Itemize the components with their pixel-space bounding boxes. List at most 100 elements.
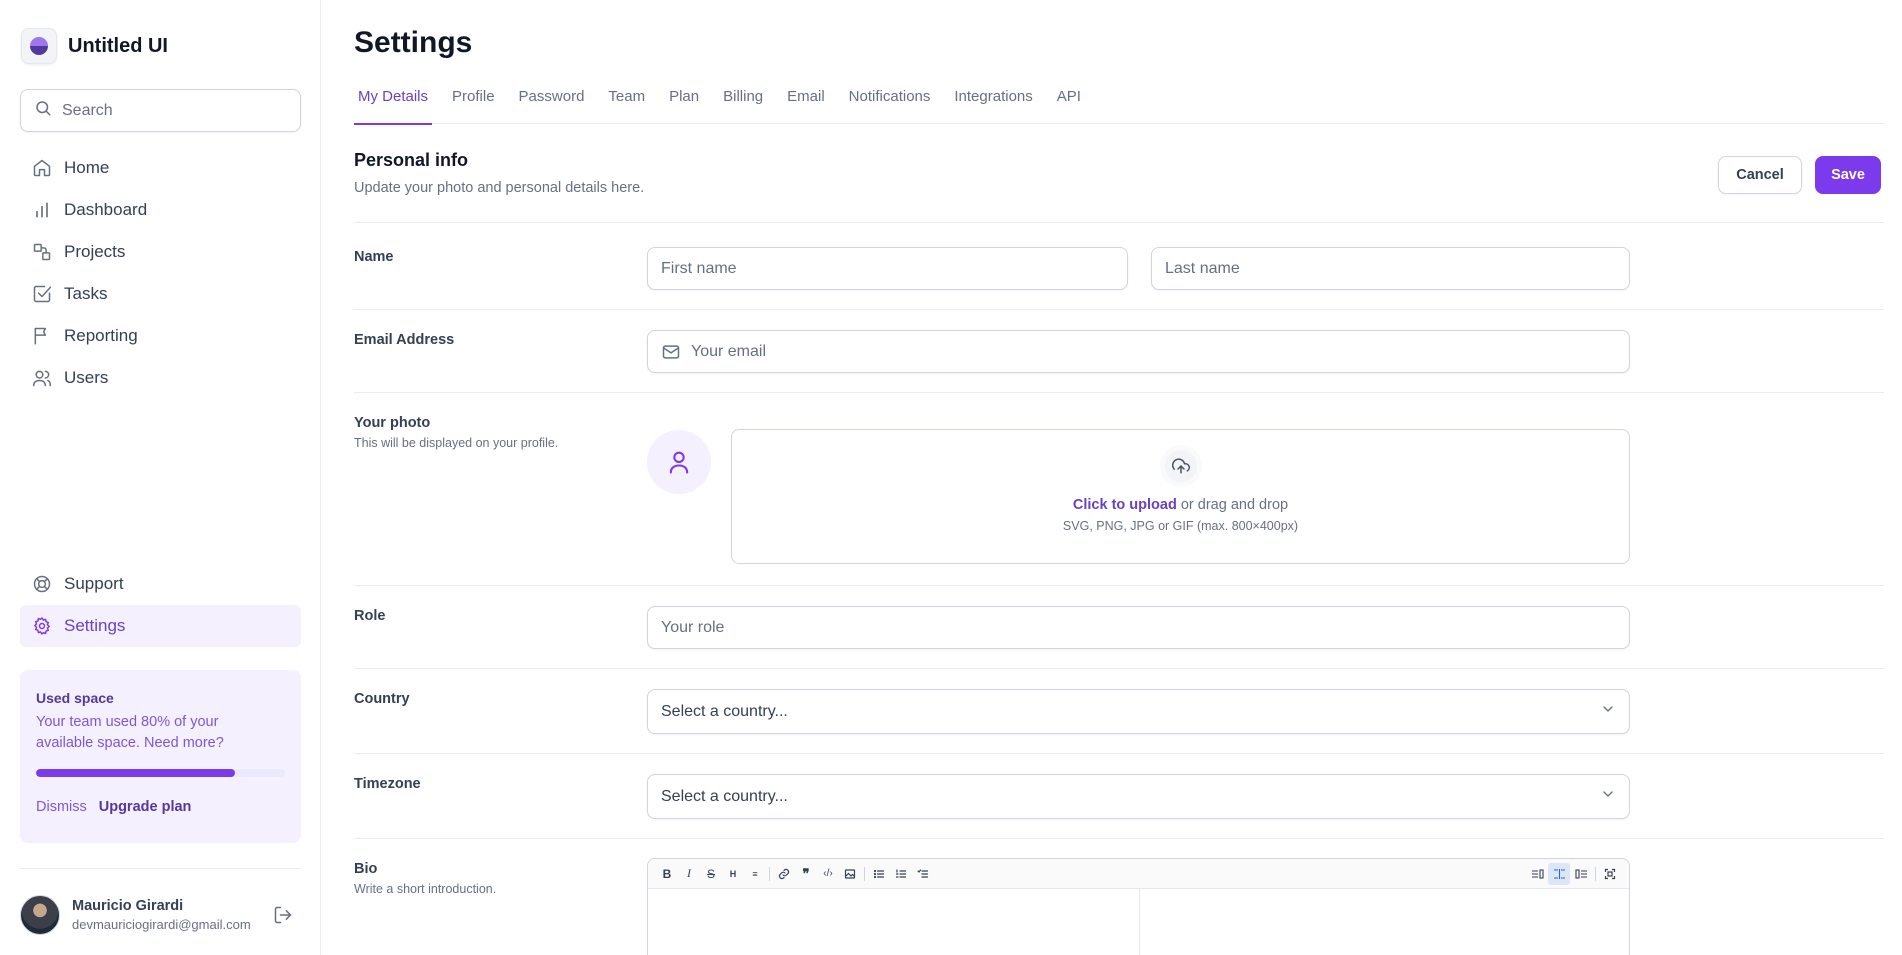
tab-profile[interactable]: Profile bbox=[448, 82, 499, 124]
name-label: Name bbox=[354, 249, 394, 265]
brand-logo-icon bbox=[21, 28, 57, 64]
bold-icon[interactable]: B bbox=[656, 863, 678, 885]
role-input[interactable] bbox=[661, 618, 1629, 637]
editor-toolbar: B I S H ≡ ❞ ‹/› bbox=[648, 859, 1629, 889]
cancel-button[interactable]: Cancel bbox=[1718, 156, 1802, 194]
tab-api[interactable]: API bbox=[1053, 82, 1085, 124]
tab-plan[interactable]: Plan bbox=[665, 82, 703, 124]
secondary-nav: Support Settings bbox=[20, 563, 301, 647]
users-icon bbox=[32, 368, 52, 388]
nav-item-support[interactable]: Support bbox=[20, 563, 301, 605]
first-name-input[interactable] bbox=[661, 259, 1127, 278]
bio-label: Bio bbox=[354, 861, 378, 877]
link-icon[interactable] bbox=[773, 863, 795, 885]
nav-item-users[interactable]: Users bbox=[20, 357, 301, 399]
tab-password[interactable]: Password bbox=[515, 82, 589, 124]
used-space-progress bbox=[36, 769, 285, 777]
section-title: Personal info bbox=[354, 150, 469, 170]
heading-size-icon[interactable]: ≡ bbox=[744, 863, 766, 885]
email-field[interactable] bbox=[647, 330, 1630, 373]
tab-billing[interactable]: Billing bbox=[719, 82, 767, 124]
fullscreen-icon[interactable] bbox=[1599, 863, 1621, 885]
photo-hint: This will be displayed on your profile. bbox=[354, 436, 559, 450]
upgrade-plan-button[interactable]: Upgrade plan bbox=[99, 799, 192, 815]
italic-icon[interactable]: I bbox=[678, 863, 700, 885]
divider bbox=[354, 668, 1884, 669]
upload-hint: SVG, PNG, JPG or GIF (max. 800×400px) bbox=[1062, 519, 1299, 533]
timezone-select[interactable]: Select a country... bbox=[647, 774, 1630, 819]
save-button[interactable]: Save bbox=[1815, 156, 1881, 194]
check-square-icon bbox=[32, 284, 52, 304]
search-icon bbox=[34, 99, 52, 122]
last-name-input[interactable] bbox=[1165, 259, 1629, 278]
logout-icon[interactable] bbox=[271, 903, 295, 927]
dismiss-button[interactable]: Dismiss bbox=[36, 799, 87, 815]
bio-editor[interactable]: B I S H ≡ ❞ ‹/› bbox=[647, 858, 1630, 955]
edit-mode-icon[interactable] bbox=[1526, 863, 1548, 885]
nav-item-dashboard[interactable]: Dashboard bbox=[20, 189, 301, 231]
nav-item-settings[interactable]: Settings bbox=[20, 605, 301, 647]
strikethrough-icon[interactable]: S bbox=[700, 863, 722, 885]
section-header: Personal info Update your photo and pers… bbox=[354, 150, 644, 196]
brand[interactable]: Untitled UI bbox=[21, 28, 168, 64]
life-buoy-icon bbox=[32, 574, 52, 594]
divider bbox=[354, 222, 1884, 223]
user-profile: Mauricio Girardi devmauriciogirardi@gmai… bbox=[20, 893, 301, 937]
click-to-upload-link[interactable]: Click to upload bbox=[1073, 497, 1177, 513]
role-field[interactable] bbox=[647, 606, 1630, 649]
nav-item-projects[interactable]: Projects bbox=[20, 231, 301, 273]
numbered-list-icon[interactable] bbox=[890, 863, 912, 885]
country-select[interactable]: Select a country... bbox=[647, 689, 1630, 734]
checklist-icon[interactable] bbox=[912, 863, 934, 885]
bar-chart-icon bbox=[32, 200, 52, 220]
chevron-down-icon bbox=[1600, 786, 1616, 807]
code-icon[interactable]: ‹/› bbox=[817, 863, 839, 885]
nav-label: Projects bbox=[64, 242, 126, 261]
nav-label: Reporting bbox=[64, 326, 138, 345]
tab-team[interactable]: Team bbox=[604, 82, 649, 124]
search-box[interactable] bbox=[20, 89, 301, 132]
last-name-field[interactable] bbox=[1151, 247, 1630, 290]
nav-label: Users bbox=[64, 368, 109, 387]
divider bbox=[354, 838, 1884, 839]
photo-avatar-placeholder bbox=[647, 430, 711, 494]
page-title: Settings bbox=[354, 26, 473, 59]
main-nav: Home Dashboard Projects Tasks Reporting … bbox=[20, 147, 301, 399]
image-icon[interactable] bbox=[839, 863, 861, 885]
home-icon bbox=[32, 158, 52, 178]
chevron-down-icon bbox=[1600, 701, 1616, 722]
nav-label: Dashboard bbox=[64, 200, 148, 219]
role-label: Role bbox=[354, 608, 386, 624]
bullet-list-icon[interactable] bbox=[868, 863, 890, 885]
first-name-field[interactable] bbox=[647, 247, 1128, 290]
tab-my-details[interactable]: My Details bbox=[354, 82, 433, 125]
heading-icon[interactable]: H bbox=[722, 863, 744, 885]
email-input[interactable] bbox=[691, 342, 1629, 361]
upload-text: or drag and drop bbox=[1176, 497, 1289, 513]
tab-integrations[interactable]: Integrations bbox=[950, 82, 1036, 124]
photo-upload-dropzone[interactable]: Click to upload or drag and drop SVG, PN… bbox=[731, 429, 1630, 564]
nav-item-tasks[interactable]: Tasks bbox=[20, 273, 301, 315]
country-label: Country bbox=[354, 691, 410, 707]
quote-icon[interactable]: ❞ bbox=[795, 863, 817, 885]
split-view-icon[interactable] bbox=[1548, 863, 1570, 885]
used-space-title: Used space bbox=[36, 690, 114, 706]
gear-icon bbox=[32, 616, 52, 636]
user-email: devmauriciogirardi@gmail.com bbox=[72, 917, 251, 932]
mail-icon bbox=[661, 342, 681, 362]
photo-label: Your photo bbox=[354, 415, 431, 431]
email-label: Email Address bbox=[354, 332, 455, 348]
nav-label: Tasks bbox=[64, 284, 108, 303]
search-input[interactable] bbox=[62, 101, 282, 120]
avatar[interactable] bbox=[20, 895, 60, 935]
sidebar-divider bbox=[20, 868, 301, 869]
tab-email[interactable]: Email bbox=[783, 82, 829, 124]
tab-notifications[interactable]: Notifications bbox=[845, 82, 935, 124]
settings-tabs: My Details Profile Password Team Plan Bi… bbox=[354, 82, 1884, 125]
used-space-progress-fill bbox=[36, 769, 236, 777]
preview-mode-icon[interactable] bbox=[1570, 863, 1592, 885]
user-name: Mauricio Girardi bbox=[72, 898, 184, 914]
main-content: Settings My Details Profile Password Tea… bbox=[354, 0, 1884, 955]
nav-item-home[interactable]: Home bbox=[20, 147, 301, 189]
nav-item-reporting[interactable]: Reporting bbox=[20, 315, 301, 357]
